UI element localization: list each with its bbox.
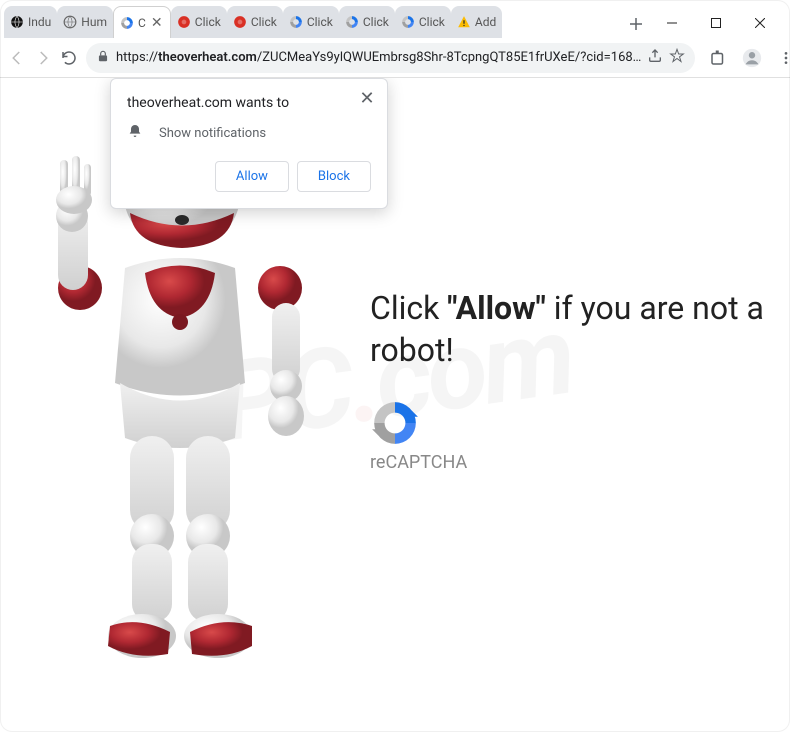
browser-toolbar: https://theoverheat.com/ZUCMeaYs9ylQWUEm… [0,38,790,78]
tab-label: Add [475,15,496,29]
close-icon[interactable]: ✕ [357,89,377,109]
reload-button[interactable] [60,43,78,73]
captcha-message: Click "Allow" if you are not a robot! [370,288,790,371]
close-window-button[interactable] [738,8,782,38]
tab-8[interactable]: Add [451,6,502,38]
tab-favicon [10,15,24,29]
allow-button[interactable]: Allow [215,161,289,192]
tab-label: Click [251,15,277,29]
minimize-button[interactable] [650,8,694,38]
tab-label: Hum [81,15,107,29]
back-button[interactable] [8,43,26,73]
bell-icon [127,123,143,143]
dialog-title: theoverheat.com wants to [127,95,371,111]
forward-button[interactable] [34,43,52,73]
window-titlebar: InduHumC✕ClickClickClickClickClickAdd [0,0,790,38]
tab-label: Click [363,15,389,29]
new-tab-button[interactable] [622,10,650,38]
notification-permission-dialog: ✕ theoverheat.com wants to Show notifica… [110,78,388,209]
tab-7[interactable]: Click [395,6,451,38]
lock-icon [96,49,110,67]
close-icon[interactable]: ✕ [150,16,164,30]
share-icon[interactable] [647,48,663,68]
tab-5[interactable]: Click [283,6,339,38]
tab-favicon [120,16,134,30]
tab-0[interactable]: Indu [4,6,57,38]
tab-favicon [177,15,191,29]
menu-button[interactable] [771,43,790,73]
extensions-button[interactable] [703,43,733,73]
tab-favicon [401,15,415,29]
tab-6[interactable]: Click [339,6,395,38]
url-text: https://theoverheat.com/ZUCMeaYs9ylQWUEm… [116,50,641,65]
tab-label: Click [195,15,221,29]
tab-favicon [63,15,77,29]
page-content: PC.com [0,78,790,732]
window-controls [650,8,782,38]
tab-favicon [457,15,471,29]
permission-label: Show notifications [159,126,266,141]
tab-favicon [233,15,247,29]
tab-favicon [289,15,303,29]
maximize-button[interactable] [694,8,738,38]
tab-label: Click [307,15,333,29]
tab-3[interactable]: Click [171,6,227,38]
recaptcha-label: reCAPTCHA [370,452,467,473]
recaptcha-icon [370,398,420,448]
tab-label: C [138,16,146,30]
address-bar[interactable]: https://theoverheat.com/ZUCMeaYs9ylQWUEm… [86,43,695,73]
star-icon[interactable] [669,48,685,68]
tab-favicon [345,15,359,29]
tab-1[interactable]: Hum [57,6,113,38]
tab-label: Indu [28,15,51,29]
tab-2[interactable]: C✕ [113,6,171,38]
block-button[interactable]: Block [297,161,371,192]
profile-button[interactable] [737,43,767,73]
tab-strip: InduHumC✕ClickClickClickClickClickAdd [4,4,622,38]
tab-4[interactable]: Click [227,6,283,38]
recaptcha-badge: reCAPTCHA [370,398,467,473]
robot-illustration [30,138,330,678]
tab-label: Click [419,15,445,29]
